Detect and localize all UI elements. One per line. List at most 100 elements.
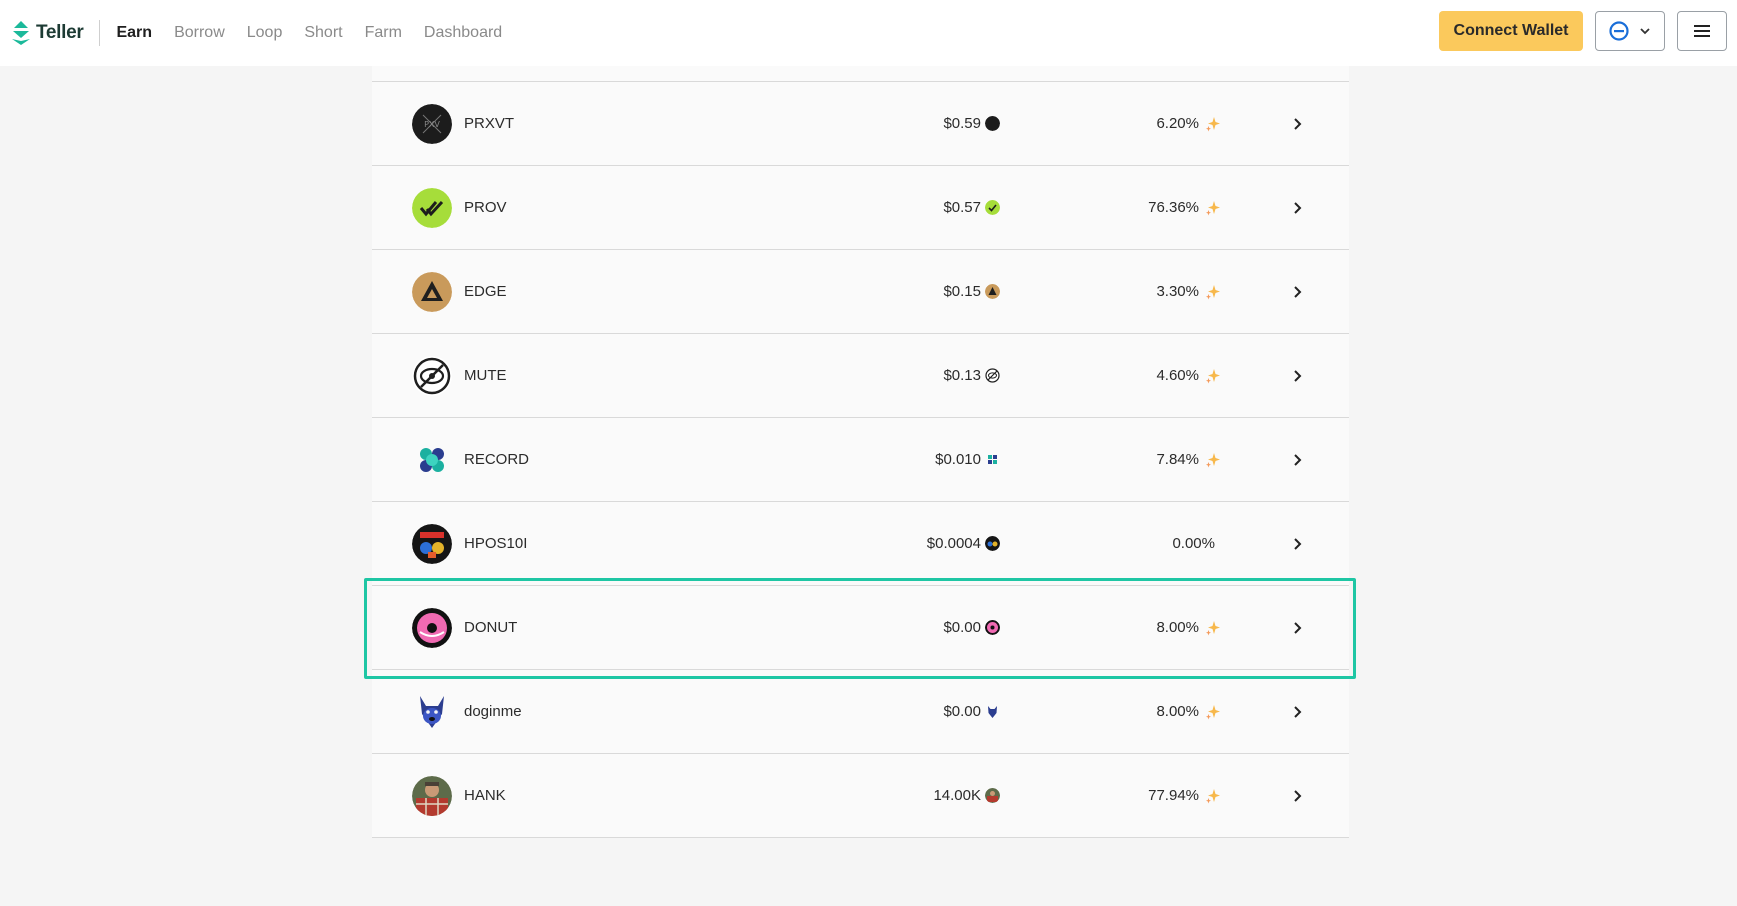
token-name: HANK bbox=[464, 787, 506, 804]
chevron-right-icon[interactable] bbox=[1289, 368, 1305, 384]
token-name: doginme bbox=[464, 703, 522, 720]
token-name: EDGE bbox=[464, 283, 507, 300]
hamburger-menu-button[interactable] bbox=[1677, 11, 1727, 51]
price-value: $0.13 bbox=[943, 367, 981, 384]
hank-icon bbox=[412, 776, 452, 816]
connect-wallet-button[interactable]: Connect Wallet bbox=[1439, 11, 1583, 51]
sparkle-icon bbox=[1206, 200, 1220, 215]
record-icon bbox=[412, 440, 452, 480]
price-value: $0.15 bbox=[943, 283, 981, 300]
token-name: PRXVT bbox=[464, 115, 515, 132]
record-mini-icon bbox=[988, 455, 997, 464]
price-value: 14.00K bbox=[933, 787, 981, 804]
chevron-right-icon[interactable] bbox=[1289, 116, 1305, 132]
prov-mini-icon bbox=[985, 200, 1000, 215]
token-name: RECORD bbox=[464, 451, 530, 468]
donut-icon bbox=[412, 608, 452, 648]
nav-dashboard[interactable]: Dashboard bbox=[424, 24, 502, 42]
svg-text:PXV: PXV bbox=[424, 120, 440, 129]
apy-value: 8.00% bbox=[1156, 703, 1199, 720]
nav-earn[interactable]: Earn bbox=[116, 24, 152, 42]
apy-value: 3.30% bbox=[1156, 283, 1199, 300]
network-circle-icon bbox=[1609, 21, 1629, 41]
token-apy: 8.00% bbox=[1156, 619, 1221, 636]
token-apy: 3.30% bbox=[1156, 283, 1221, 300]
header-divider bbox=[99, 20, 101, 46]
token-apy: 0.00% bbox=[1172, 535, 1215, 552]
token-price: $0.13 bbox=[943, 367, 1000, 384]
hank-mini-icon bbox=[985, 788, 1000, 803]
chevron-down-icon bbox=[1640, 28, 1650, 35]
token-price: $0.0004 bbox=[927, 535, 1000, 552]
table-row[interactable]: PXV PRXVT $0.59 6.20% bbox=[372, 82, 1349, 166]
network-selector-button[interactable] bbox=[1595, 11, 1665, 51]
hpos10i-mini-icon bbox=[985, 536, 1000, 551]
sparkle-icon bbox=[1206, 704, 1220, 719]
price-value: $0.59 bbox=[943, 115, 981, 132]
sparkle-icon bbox=[1206, 368, 1220, 383]
nav-farm[interactable]: Farm bbox=[365, 24, 402, 42]
chevron-right-icon[interactable] bbox=[1289, 704, 1305, 720]
hpos10i-icon bbox=[412, 524, 452, 564]
teller-logo-icon bbox=[12, 21, 30, 45]
nav-borrow[interactable]: Borrow bbox=[174, 24, 225, 42]
token-apy: 4.60% bbox=[1156, 367, 1221, 384]
apy-value: 7.84% bbox=[1156, 451, 1199, 468]
table-row[interactable]: HANK 14.00K 77.94% bbox=[372, 754, 1349, 838]
token-name: MUTE bbox=[464, 367, 507, 384]
hamburger-menu-icon bbox=[1694, 25, 1710, 37]
top-header: Teller Earn Borrow Loop Short Farm Dashb… bbox=[0, 0, 1737, 66]
token-name: DONUT bbox=[464, 619, 518, 636]
chevron-right-icon[interactable] bbox=[1289, 536, 1305, 552]
price-value: $0.57 bbox=[943, 199, 981, 216]
token-price: $0.010 bbox=[935, 451, 1000, 468]
table-row[interactable]: RECORD $0.010 7.84% bbox=[372, 418, 1349, 502]
sparkle-icon bbox=[1206, 788, 1220, 803]
price-value: $0.0004 bbox=[926, 535, 981, 552]
header-actions: Connect Wallet bbox=[1439, 11, 1727, 51]
token-name: PROV bbox=[464, 199, 507, 216]
table-row[interactable]: EDGE $0.15 3.30% bbox=[372, 250, 1349, 334]
table-row[interactable]: DONUT $0.00 8.00% bbox=[372, 586, 1349, 670]
table-row[interactable]: PROV $0.57 76.36% bbox=[372, 166, 1349, 250]
nav-short[interactable]: Short bbox=[304, 24, 342, 42]
token-apy: 8.00% bbox=[1156, 703, 1221, 720]
doginme-mini-icon bbox=[988, 706, 997, 718]
chevron-right-icon[interactable] bbox=[1289, 200, 1305, 216]
apy-value: 6.20% bbox=[1156, 115, 1199, 132]
token-apy: 77.94% bbox=[1148, 787, 1221, 804]
sparkle-icon bbox=[1206, 284, 1220, 299]
price-value: $0.00 bbox=[943, 619, 981, 636]
prov-icon bbox=[412, 188, 452, 228]
token-apy: 6.20% bbox=[1156, 115, 1221, 132]
apy-value: 4.60% bbox=[1156, 367, 1199, 384]
apy-value: 77.94% bbox=[1148, 787, 1199, 804]
chevron-right-icon[interactable] bbox=[1289, 452, 1305, 468]
table-row[interactable]: HPOS10I $0.0004 0.00% bbox=[372, 502, 1349, 586]
token-table: PXV PRXVT $0.59 6.20% PROV $0.57 76.36% bbox=[372, 66, 1349, 838]
chevron-right-icon[interactable] bbox=[1289, 620, 1305, 636]
token-price: $0.00 bbox=[943, 619, 1000, 636]
edge-icon bbox=[412, 272, 452, 312]
table-top-strip bbox=[372, 66, 1349, 82]
teller-logo[interactable]: Teller bbox=[10, 20, 84, 46]
nav-loop[interactable]: Loop bbox=[247, 24, 283, 42]
table-row[interactable]: doginme $0.00 8.00% bbox=[372, 670, 1349, 754]
doginme-icon bbox=[412, 692, 452, 732]
donut-mini-icon bbox=[985, 620, 1000, 635]
price-value: $0.00 bbox=[943, 703, 981, 720]
token-apy: 7.84% bbox=[1156, 451, 1221, 468]
apy-value: 0.00% bbox=[1172, 535, 1215, 552]
token-price: $0.59 bbox=[943, 115, 1000, 132]
token-name: HPOS10I bbox=[464, 535, 528, 552]
token-price: $0.15 bbox=[943, 283, 1000, 300]
mute-mini-icon bbox=[985, 368, 1000, 383]
table-row[interactable]: MUTE $0.13 4.60% bbox=[372, 334, 1349, 418]
sparkle-icon bbox=[1206, 116, 1220, 131]
chevron-right-icon[interactable] bbox=[1289, 284, 1305, 300]
mute-icon bbox=[412, 356, 452, 396]
edge-mini-icon bbox=[985, 284, 1000, 299]
chevron-right-icon[interactable] bbox=[1289, 788, 1305, 804]
main-nav: Earn Borrow Loop Short Farm Dashboard bbox=[116, 24, 502, 42]
logo-text: Teller bbox=[36, 22, 84, 43]
